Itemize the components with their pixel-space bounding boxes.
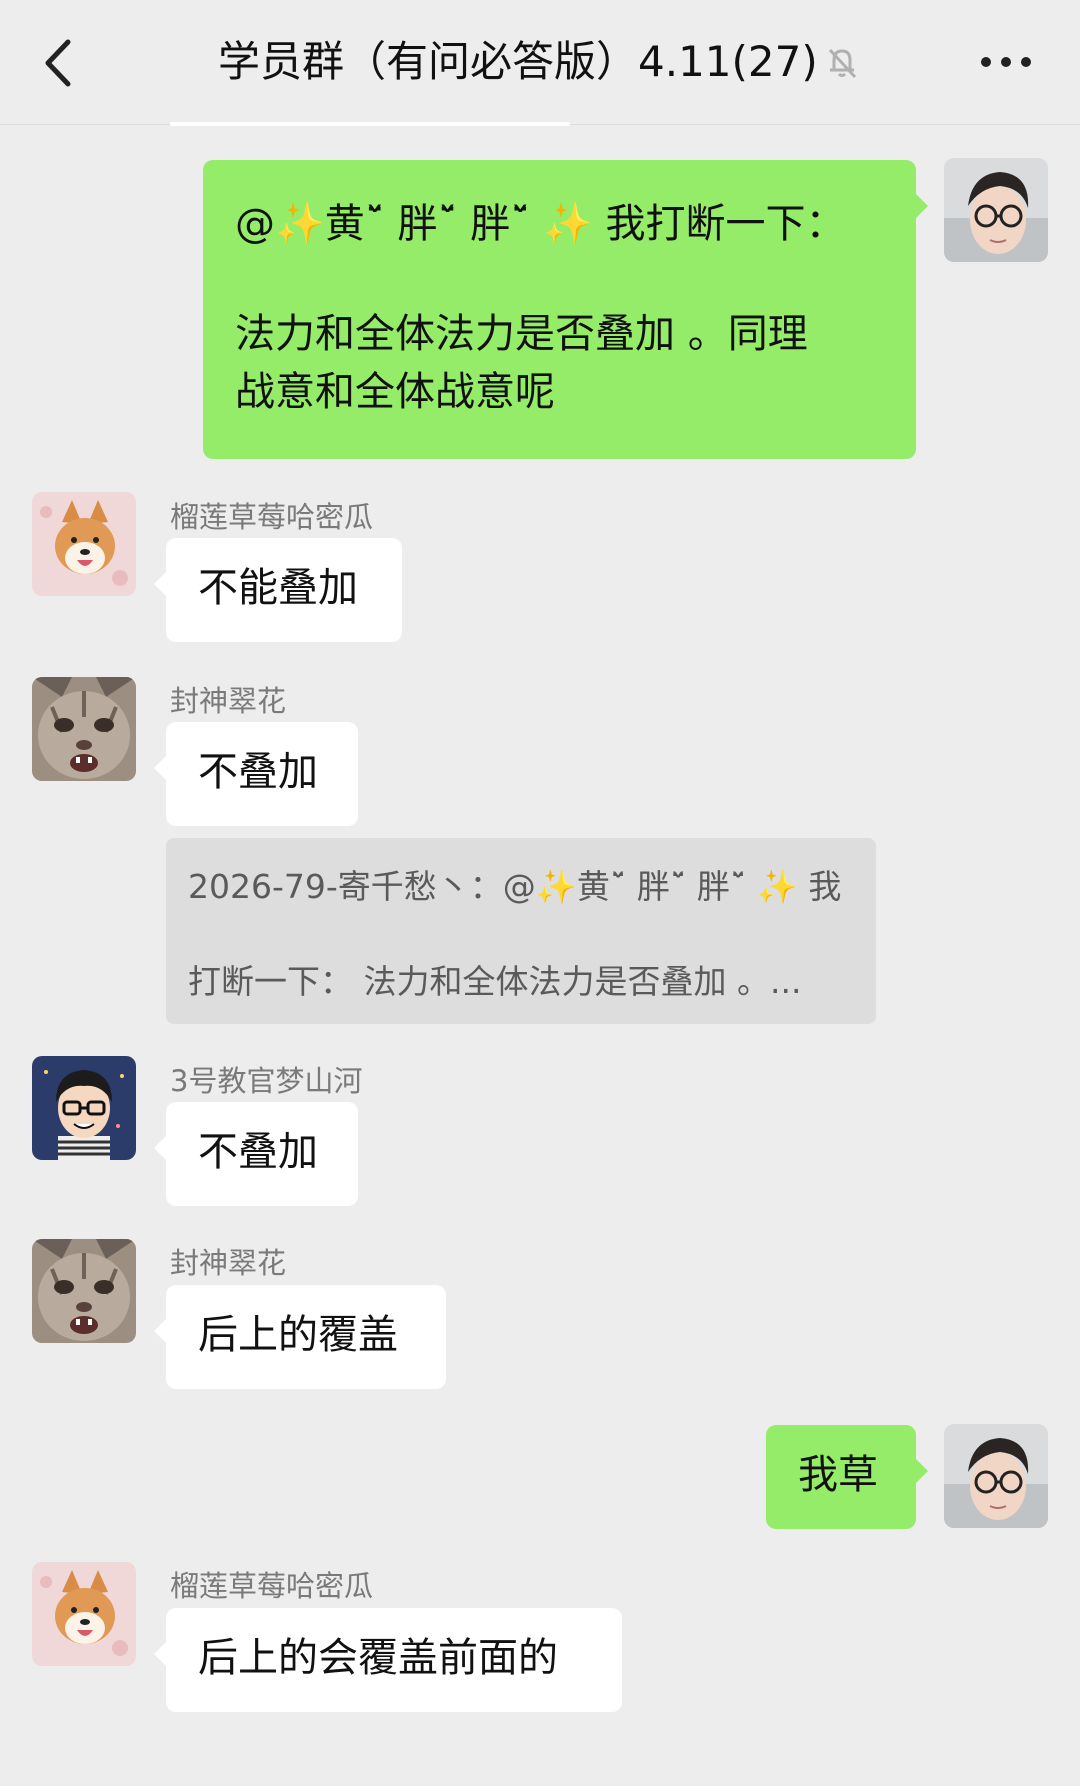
chat-title: 学员群（有问必答版）4.11(27): [218, 37, 818, 86]
sender-name: 封神翠花: [170, 684, 287, 718]
chat-header: 学员群（有问必答版）4.11(27): [0, 0, 1080, 125]
avatar-sender[interactable]: [32, 492, 136, 596]
cat-face-photo: [32, 677, 136, 781]
message-text-line: 法力和全体法力是否叠加 。同理: [235, 311, 808, 357]
avatar-self[interactable]: [944, 158, 1048, 262]
message-bubble-incoming[interactable]: 不叠加: [154, 1102, 358, 1206]
shiba-dog-photo: [32, 492, 136, 596]
glasses-man-photo: [944, 158, 1048, 262]
shiba-dog-photo: [32, 1562, 136, 1666]
message-bubble-incoming[interactable]: 后上的会覆盖前面的: [154, 1608, 622, 1712]
message-bubble-incoming[interactable]: 不叠加: [154, 722, 358, 826]
glasses-man-photo: [944, 1424, 1048, 1528]
avatar-sender[interactable]: [32, 677, 136, 781]
message-bubble-outgoing[interactable]: @✨黄ˇ̈ 胖ˇ̈ 胖ˇ̈ ✨ 我打断一下： 法力和全体法力是否叠加 。同理 战…: [203, 160, 928, 459]
avatar-self[interactable]: [944, 1424, 1048, 1528]
message-text-line: 战意和全体战意呢: [235, 369, 555, 415]
sender-name: 榴莲草莓哈密瓜: [170, 1569, 374, 1603]
scroll-indicator: [170, 122, 570, 126]
more-options-button[interactable]: [978, 46, 1034, 78]
message-bubble-outgoing[interactable]: 我草: [766, 1425, 928, 1529]
message-bubble-incoming[interactable]: 不能叠加: [154, 538, 402, 642]
message-bubble-incoming[interactable]: 后上的覆盖: [154, 1285, 446, 1389]
quote-text-line: 打断一下： 法力和全体法力是否叠加 。...: [188, 962, 802, 1001]
sender-name: 榴莲草莓哈密瓜: [170, 500, 374, 534]
avatar-sender[interactable]: [32, 1056, 136, 1160]
more-dots-icon: [981, 57, 1031, 67]
cat-face-photo: [32, 1239, 136, 1343]
sender-name: 3号教官梦山河: [170, 1064, 363, 1098]
cartoon-man-avatar: [32, 1056, 136, 1160]
avatar-sender[interactable]: [32, 1239, 136, 1343]
back-button[interactable]: [38, 36, 82, 90]
bell-off-icon: [822, 42, 862, 82]
chevron-left-icon: [45, 39, 71, 87]
sender-name: 封神翠花: [170, 1246, 287, 1280]
quoted-message[interactable]: 2026-79-寄千愁丶：@✨黄ˇ̈ 胖ˇ̈ 胖ˇ̈ ✨ 我 打断一下： 法力和…: [166, 838, 876, 1024]
avatar-sender[interactable]: [32, 1562, 136, 1666]
quote-text-line: 2026-79-寄千愁丶：@✨黄ˇ̈ 胖ˇ̈ 胖ˇ̈ ✨ 我: [188, 867, 842, 906]
message-text-line: @✨黄ˇ̈ 胖ˇ̈ 胖ˇ̈ ✨ 我打断一下：: [235, 201, 846, 247]
